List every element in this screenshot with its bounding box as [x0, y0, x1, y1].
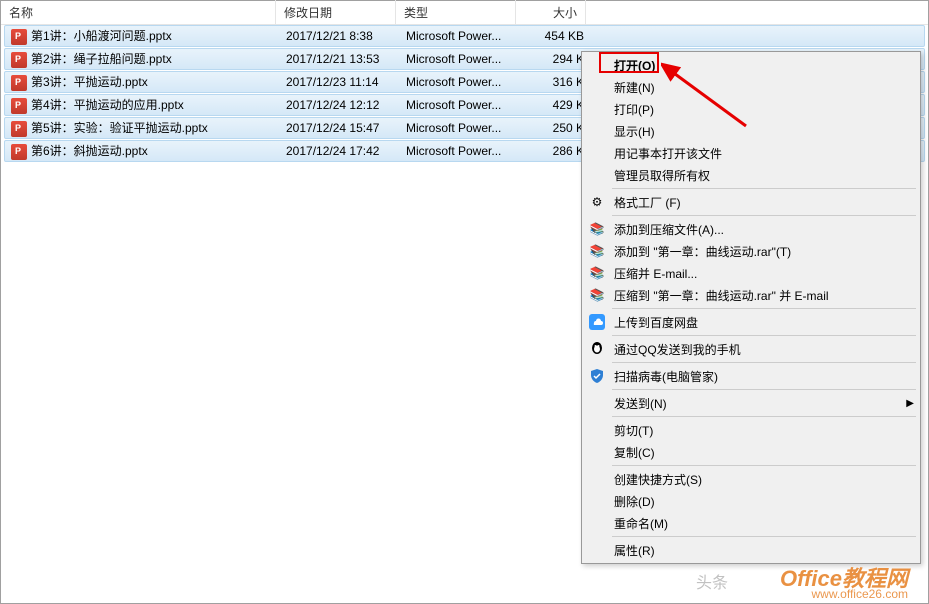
menu-copy[interactable]: 复制(C) — [584, 441, 918, 463]
menu-separator — [612, 536, 916, 537]
menu-separator — [612, 335, 916, 336]
menu-baidu[interactable]: 上传到百度网盘 — [584, 311, 918, 333]
menu-rename[interactable]: 重命名(M) — [584, 512, 918, 534]
pptx-icon — [11, 52, 27, 68]
shield-icon — [588, 367, 606, 385]
file-date: 2017/12/21 8:38 — [280, 27, 400, 45]
file-type: Microsoft Power... — [400, 119, 520, 137]
file-type: Microsoft Power... — [400, 27, 520, 45]
qq-icon — [588, 340, 606, 358]
file-date: 2017/12/21 13:53 — [280, 50, 400, 68]
file-size: 250 K — [520, 119, 590, 137]
menu-properties[interactable]: 属性(R) — [584, 539, 918, 561]
menu-separator — [612, 188, 916, 189]
column-size[interactable]: 大小 — [516, 0, 586, 25]
file-name: 第6讲：斜抛运动.pptx — [31, 144, 148, 158]
menu-show[interactable]: 显示(H) — [584, 120, 918, 142]
winrar-icon: 📚 — [588, 264, 606, 282]
column-date[interactable]: 修改日期 — [276, 0, 396, 25]
pptx-icon — [11, 121, 27, 137]
column-header-row: 名称 修改日期 类型 大小 — [1, 1, 928, 25]
submenu-arrow-icon: ▶ — [906, 398, 914, 409]
menu-print[interactable]: 打印(P) — [584, 98, 918, 120]
format-factory-icon: ⚙ — [588, 193, 606, 211]
file-date: 2017/12/24 12:12 — [280, 96, 400, 114]
file-row[interactable]: 第1讲：小船渡河问题.pptx 2017/12/21 8:38 Microsof… — [4, 25, 925, 47]
menu-notepad[interactable]: 用记事本打开该文件 — [584, 142, 918, 164]
pptx-icon — [11, 29, 27, 45]
menu-admin[interactable]: 管理员取得所有权 — [584, 164, 918, 186]
file-size: 429 K — [520, 96, 590, 114]
file-name: 第2讲：绳子拉船问题.pptx — [31, 52, 172, 66]
menu-scan-virus[interactable]: 扫描病毒(电脑管家) — [584, 365, 918, 387]
file-date: 2017/12/24 17:42 — [280, 142, 400, 160]
column-type[interactable]: 类型 — [396, 0, 516, 25]
menu-archive-addto[interactable]: 📚 添加到 "第一章：曲线运动.rar"(T) — [584, 240, 918, 262]
file-name: 第5讲：实验：验证平抛运动.pptx — [31, 121, 208, 135]
pptx-icon — [11, 75, 27, 91]
winrar-icon: 📚 — [588, 242, 606, 260]
file-size: 286 K — [520, 142, 590, 160]
winrar-icon: 📚 — [588, 286, 606, 304]
watermark-url: www.office26.com — [812, 587, 909, 601]
pptx-icon — [11, 144, 27, 160]
column-name[interactable]: 名称 — [1, 0, 276, 25]
menu-shortcut[interactable]: 创建快捷方式(S) — [584, 468, 918, 490]
menu-archive-add[interactable]: 📚 添加到压缩文件(A)... — [584, 218, 918, 240]
menu-sendto[interactable]: 发送到(N)▶ — [584, 392, 918, 414]
file-date: 2017/12/24 15:47 — [280, 119, 400, 137]
file-size: 316 K — [520, 73, 590, 91]
file-name: 第1讲：小船渡河问题.pptx — [31, 29, 172, 43]
menu-cut[interactable]: 剪切(T) — [584, 419, 918, 441]
file-size: 454 KB — [520, 27, 590, 45]
file-size: 294 K — [520, 50, 590, 68]
menu-delete[interactable]: 删除(D) — [584, 490, 918, 512]
menu-separator — [612, 215, 916, 216]
file-date: 2017/12/23 11:14 — [280, 73, 400, 91]
watermark-extra: 头条 — [696, 569, 728, 593]
menu-new[interactable]: 新建(N) — [584, 76, 918, 98]
menu-open[interactable]: 打开(O) — [584, 54, 918, 76]
file-name: 第4讲：平抛运动的应用.pptx — [31, 98, 184, 112]
pptx-icon — [11, 98, 27, 114]
menu-separator — [612, 362, 916, 363]
menu-archive-email[interactable]: 📚 压缩并 E-mail... — [584, 262, 918, 284]
winrar-icon: 📚 — [588, 220, 606, 238]
baidu-cloud-icon — [588, 313, 606, 331]
menu-qq-send[interactable]: 通过QQ发送到我的手机 — [584, 338, 918, 360]
menu-separator — [612, 308, 916, 309]
file-type: Microsoft Power... — [400, 50, 520, 68]
file-type: Microsoft Power... — [400, 73, 520, 91]
menu-separator — [612, 416, 916, 417]
menu-format-factory[interactable]: ⚙ 格式工厂 (F) — [584, 191, 918, 213]
file-name: 第3讲：平抛运动.pptx — [31, 75, 148, 89]
context-menu: 打开(O) 新建(N) 打印(P) 显示(H) 用记事本打开该文件 管理员取得所… — [581, 51, 921, 564]
file-type: Microsoft Power... — [400, 96, 520, 114]
menu-separator — [612, 465, 916, 466]
file-type: Microsoft Power... — [400, 142, 520, 160]
menu-separator — [612, 389, 916, 390]
menu-archive-email-to[interactable]: 📚 压缩到 "第一章：曲线运动.rar" 并 E-mail — [584, 284, 918, 306]
